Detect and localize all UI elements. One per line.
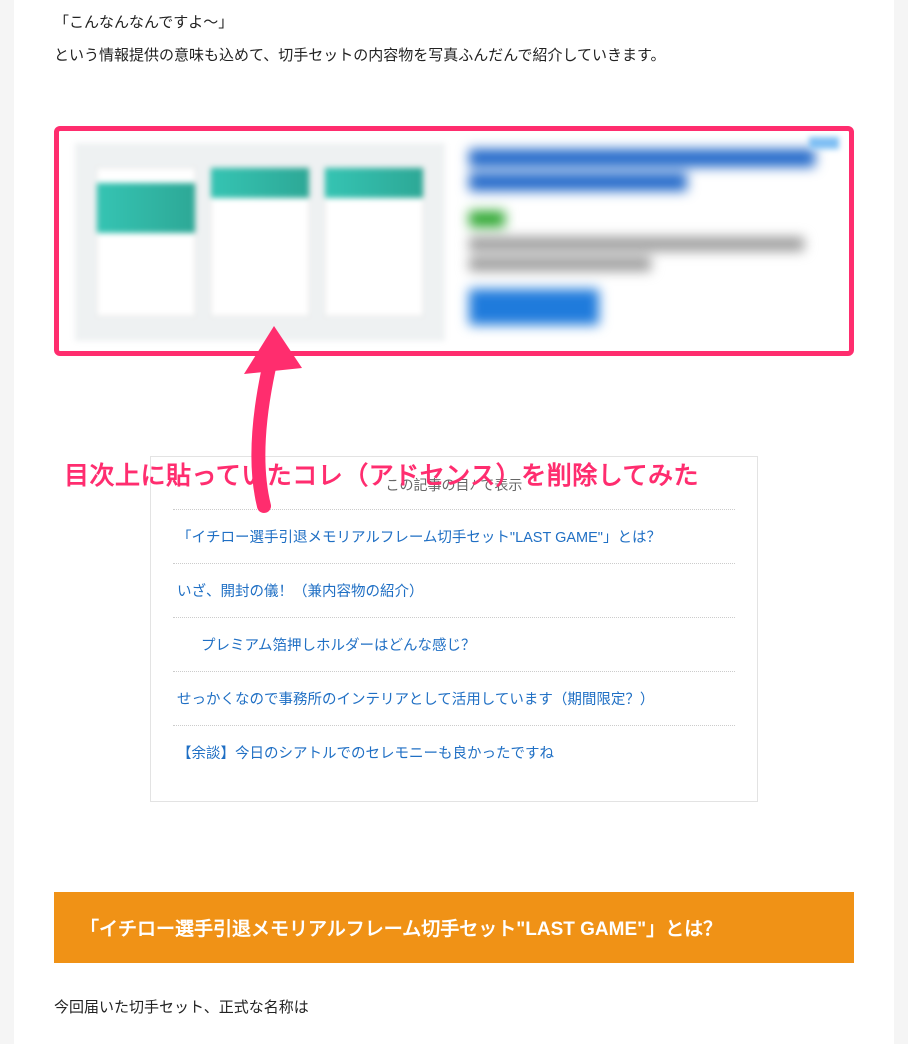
toc-link[interactable]: 「イチロー選手引退メモリアルフレーム切手セット"LAST GAME"」とは？ bbox=[177, 530, 661, 546]
toc-item: 【余談】今日のシアトルでのセレモニーも良かったですね bbox=[173, 725, 735, 779]
ad-text-area bbox=[469, 143, 833, 325]
intro-line-1: 「こんなんなんですよ〜」 bbox=[54, 6, 854, 39]
toc-link[interactable]: いざ、開封の儀！（兼内容物の紹介） bbox=[177, 584, 424, 600]
toc-link[interactable]: せっかくなので事務所のインテリアとして活用しています（期間限定？） bbox=[177, 692, 654, 708]
toc-item: いざ、開封の儀！（兼内容物の紹介） bbox=[173, 563, 735, 617]
toc-item: プレミアム箔押しホルダーはどんな感じ？ bbox=[173, 617, 735, 671]
table-of-contents: この記事の目ﾉ で表示 「イチロー選手引退メモリアルフレーム切手セット"LAST… bbox=[150, 456, 758, 802]
annotation-text: 目次上に貼っていたコレ（アドセンス）を削除してみた bbox=[64, 456, 854, 492]
intro-line-2: という情報提供の意味も込めて、切手セットの内容物を写真ふんだんで紹介していきます… bbox=[54, 39, 854, 72]
ad-button bbox=[469, 289, 599, 325]
intro-paragraph: 「こんなんなんですよ〜」 という情報提供の意味も込めて、切手セットの内容物を写真… bbox=[54, 0, 854, 72]
toc-list: 「イチロー選手引退メモリアルフレーム切手セット"LAST GAME"」とは？ い… bbox=[173, 509, 735, 779]
article-body: 「こんなんなんですよ〜」 という情報提供の意味も込めて、切手セットの内容物を写真… bbox=[14, 0, 894, 1044]
toc-item: せっかくなので事務所のインテリアとして活用しています（期間限定？） bbox=[173, 671, 735, 725]
toc-item: 「イチロー選手引退メモリアルフレーム切手セット"LAST GAME"」とは？ bbox=[173, 509, 735, 563]
ad-thumbnail-image bbox=[75, 143, 445, 341]
toc-link[interactable]: プレミアム箔押しホルダーはどんな感じ？ bbox=[177, 634, 475, 655]
ad-info-icon bbox=[809, 137, 839, 149]
toc-link[interactable]: 【余談】今日のシアトルでのセレモニーも良かったですね bbox=[177, 746, 554, 762]
section-heading: 「イチロー選手引退メモリアルフレーム切手セット"LAST GAME"」とは？ bbox=[54, 892, 854, 963]
removed-adsense-block bbox=[54, 126, 854, 356]
body-paragraph: 今回届いた切手セット、正式な名称は bbox=[54, 991, 854, 1024]
